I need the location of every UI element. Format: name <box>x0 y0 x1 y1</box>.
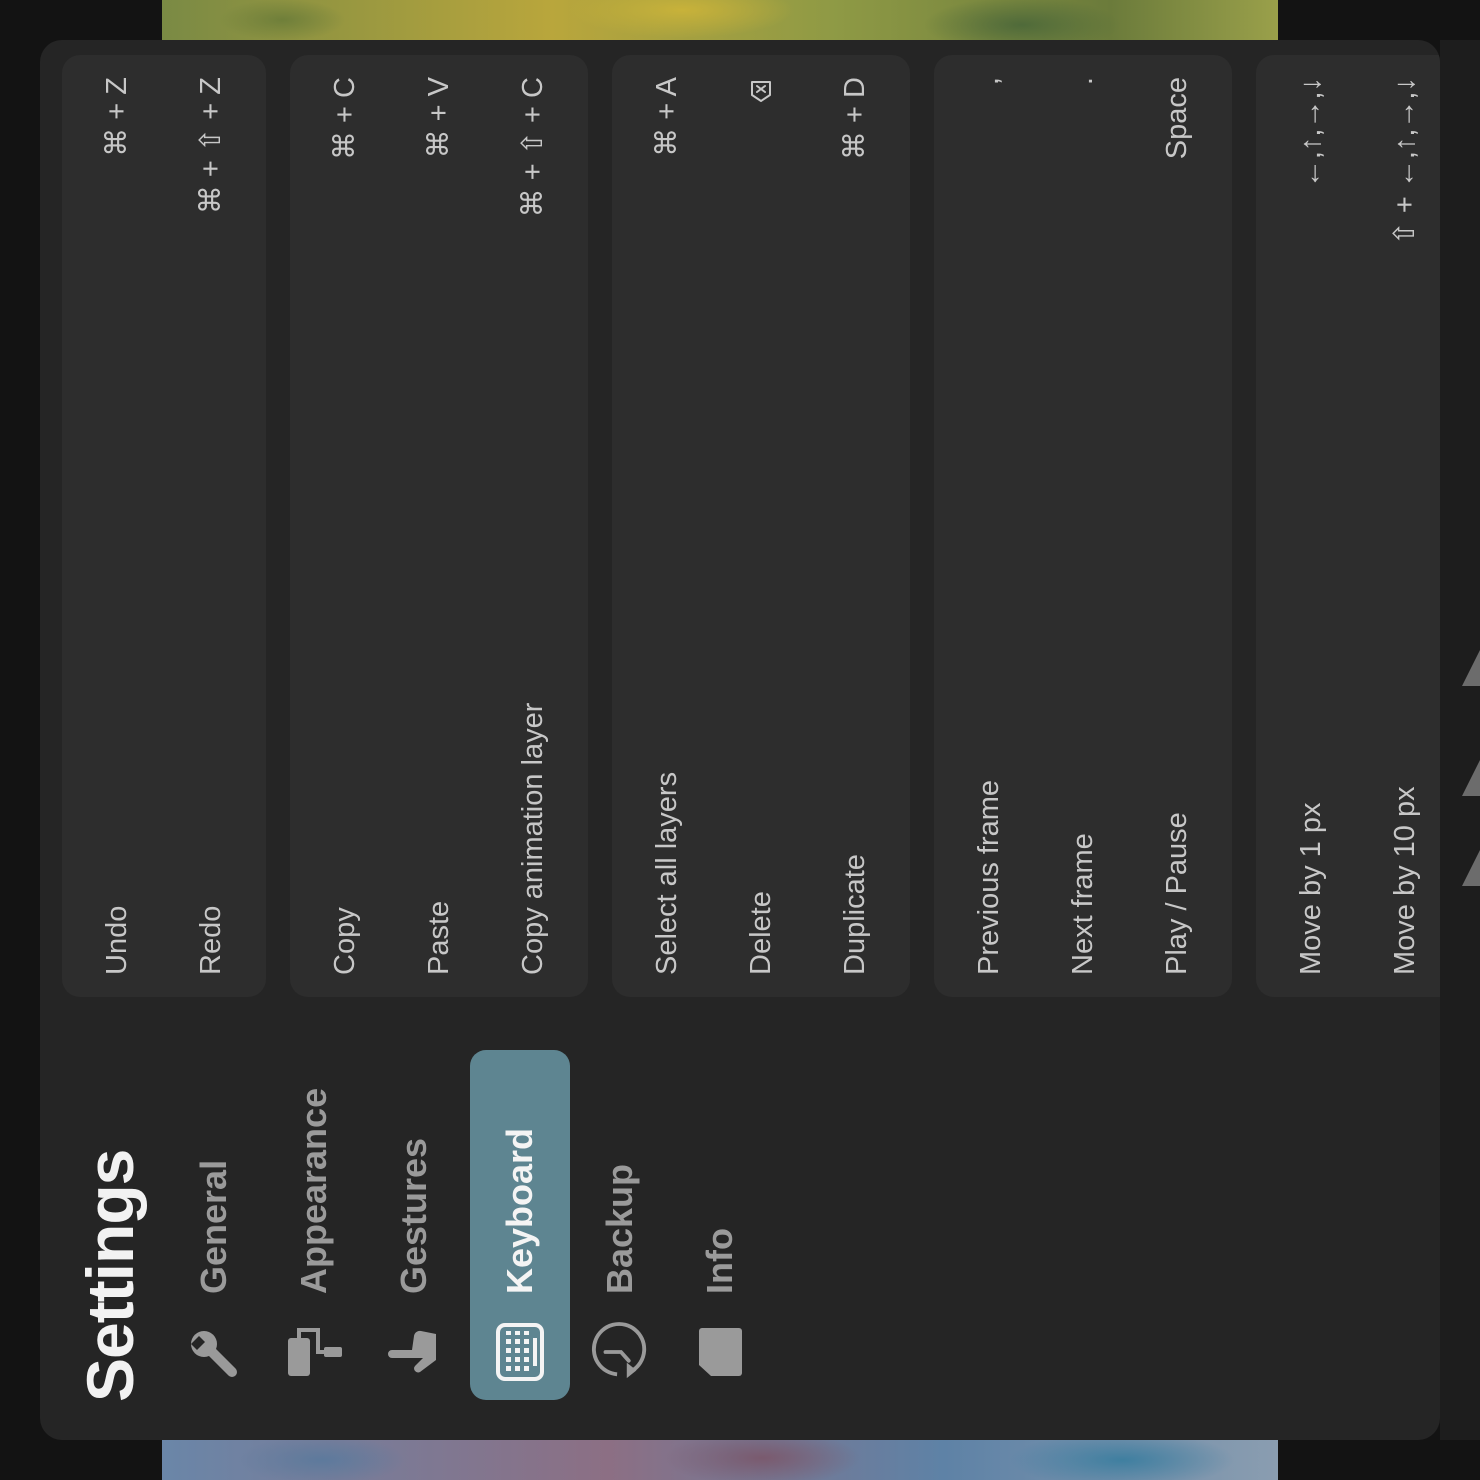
shortcut-row-duplicate: Duplicate ⌘ + D <box>808 55 902 997</box>
canvas-artwork-top <box>162 0 1278 40</box>
tool-icon <box>1462 760 1480 796</box>
shortcut-row-move-1px: Move by 1 px ←,↑,→,↓ <box>1264 55 1358 997</box>
shortcut-key: ⌘ + A <box>651 77 683 157</box>
shortcut-key: ⌘ + Z <box>101 77 133 157</box>
shortcut-row-next-frame: Next frame . <box>1036 55 1130 997</box>
shortcut-label: Play / Pause <box>1161 812 1193 975</box>
history-clock-icon <box>590 1322 650 1382</box>
shortcut-row-move-10px: Move by 10 px ⇧ + ←,↑,→,↓ <box>1358 55 1440 997</box>
shortcut-group-playback: Previous frame , Next frame . Play / Pau… <box>934 55 1232 997</box>
nav-label: Keyboard <box>499 1127 540 1294</box>
shortcut-row-copy: Copy ⌘ + C <box>298 55 392 997</box>
tool-icon <box>1462 850 1480 886</box>
nav-item-appearance[interactable]: Appearance <box>264 1050 364 1400</box>
tool-icon <box>1462 650 1480 686</box>
shortcut-row-undo: Undo ⌘ + Z <box>70 55 164 997</box>
shortcut-row-paste: Paste ⌘ + V <box>392 55 486 997</box>
shortcut-label: Delete <box>745 891 777 975</box>
shortcut-row-select-all-layers: Select all layers ⌘ + A <box>620 55 714 997</box>
canvas-artwork-bottom <box>162 1440 1278 1480</box>
shortcut-label: Paste <box>423 900 455 975</box>
shortcut-row-previous-frame: Previous frame , <box>942 55 1036 997</box>
shortcut-label: Next frame <box>1067 833 1099 975</box>
nav-item-backup[interactable]: Backup <box>570 1050 670 1400</box>
shortcut-label: Duplicate <box>839 854 871 975</box>
shortcut-label: Copy animation layer <box>517 702 549 975</box>
document-icon <box>690 1322 750 1382</box>
hand-pointer-icon <box>384 1322 444 1382</box>
shortcut-row-redo: Redo ⌘ + ⇧ + Z <box>164 55 258 997</box>
shortcut-label: Copy <box>329 907 361 975</box>
shortcut-key: . <box>1067 77 1099 86</box>
app-toolbar-edge <box>1440 40 1480 1440</box>
shortcut-key: Space <box>1161 77 1193 160</box>
shortcut-row-copy-animation-layer: Copy animation layer ⌘ + ⇧ + C <box>486 55 580 997</box>
shortcut-key: ⇧ + ←,↑,→,↓ <box>1389 77 1421 246</box>
shortcut-key: ⌘ + ⇧ + C <box>517 77 549 218</box>
shortcut-row-play-pause: Play / Pause Space <box>1130 55 1224 997</box>
shortcut-group-clipboard: Copy ⌘ + C Paste ⌘ + V Copy animation la… <box>290 55 588 997</box>
shortcut-group-move: Move by 1 px ←,↑,→,↓ Move by 10 px ⇧ + ←… <box>1256 55 1440 997</box>
paint-roller-icon <box>284 1322 344 1382</box>
nav-item-general[interactable]: General <box>164 1050 264 1400</box>
keyboard-icon <box>490 1322 550 1382</box>
shortcut-label: Move by 10 px <box>1389 786 1421 975</box>
delete-key-icon <box>749 79 773 103</box>
shortcut-group-edit: Undo ⌘ + Z Redo ⌘ + ⇧ + Z <box>62 55 266 997</box>
nav-item-info[interactable]: Info <box>670 1050 770 1400</box>
shortcut-group-layers: Select all layers ⌘ + A Delete Duplicate… <box>612 55 910 997</box>
shortcut-label: Move by 1 px <box>1295 802 1327 975</box>
wrench-icon <box>184 1322 244 1382</box>
settings-panel: Settings General Appearance Gestures Key… <box>40 40 1440 1440</box>
nav-label: Info <box>699 1228 740 1294</box>
nav-label: General <box>193 1159 234 1294</box>
nav-label: Gestures <box>393 1137 434 1294</box>
nav-item-gestures[interactable]: Gestures <box>364 1050 464 1400</box>
shortcut-key: ⌘ + C <box>329 77 361 160</box>
settings-title: Settings <box>73 1149 147 1402</box>
shortcut-key: ←,↑,→,↓ <box>1295 77 1327 189</box>
shortcut-label: Redo <box>195 905 227 975</box>
shortcut-key: ⌘ + D <box>839 77 871 160</box>
shortcut-key: ⌘ + V <box>423 77 455 159</box>
nav-label: Appearance <box>293 1087 334 1294</box>
shortcut-key: , <box>973 77 1005 86</box>
shortcut-label: Select all layers <box>651 771 683 975</box>
settings-content: Settings General Appearance Gestures Key… <box>40 40 1440 1440</box>
nav-label: Backup <box>599 1163 640 1294</box>
shortcut-key: ⌘ + ⇧ + Z <box>195 77 227 215</box>
shortcut-label: Previous frame <box>973 779 1005 975</box>
shortcut-row-delete: Delete <box>714 55 808 997</box>
shortcut-label: Undo <box>101 905 133 975</box>
nav-item-keyboard[interactable]: Keyboard <box>470 1050 570 1400</box>
